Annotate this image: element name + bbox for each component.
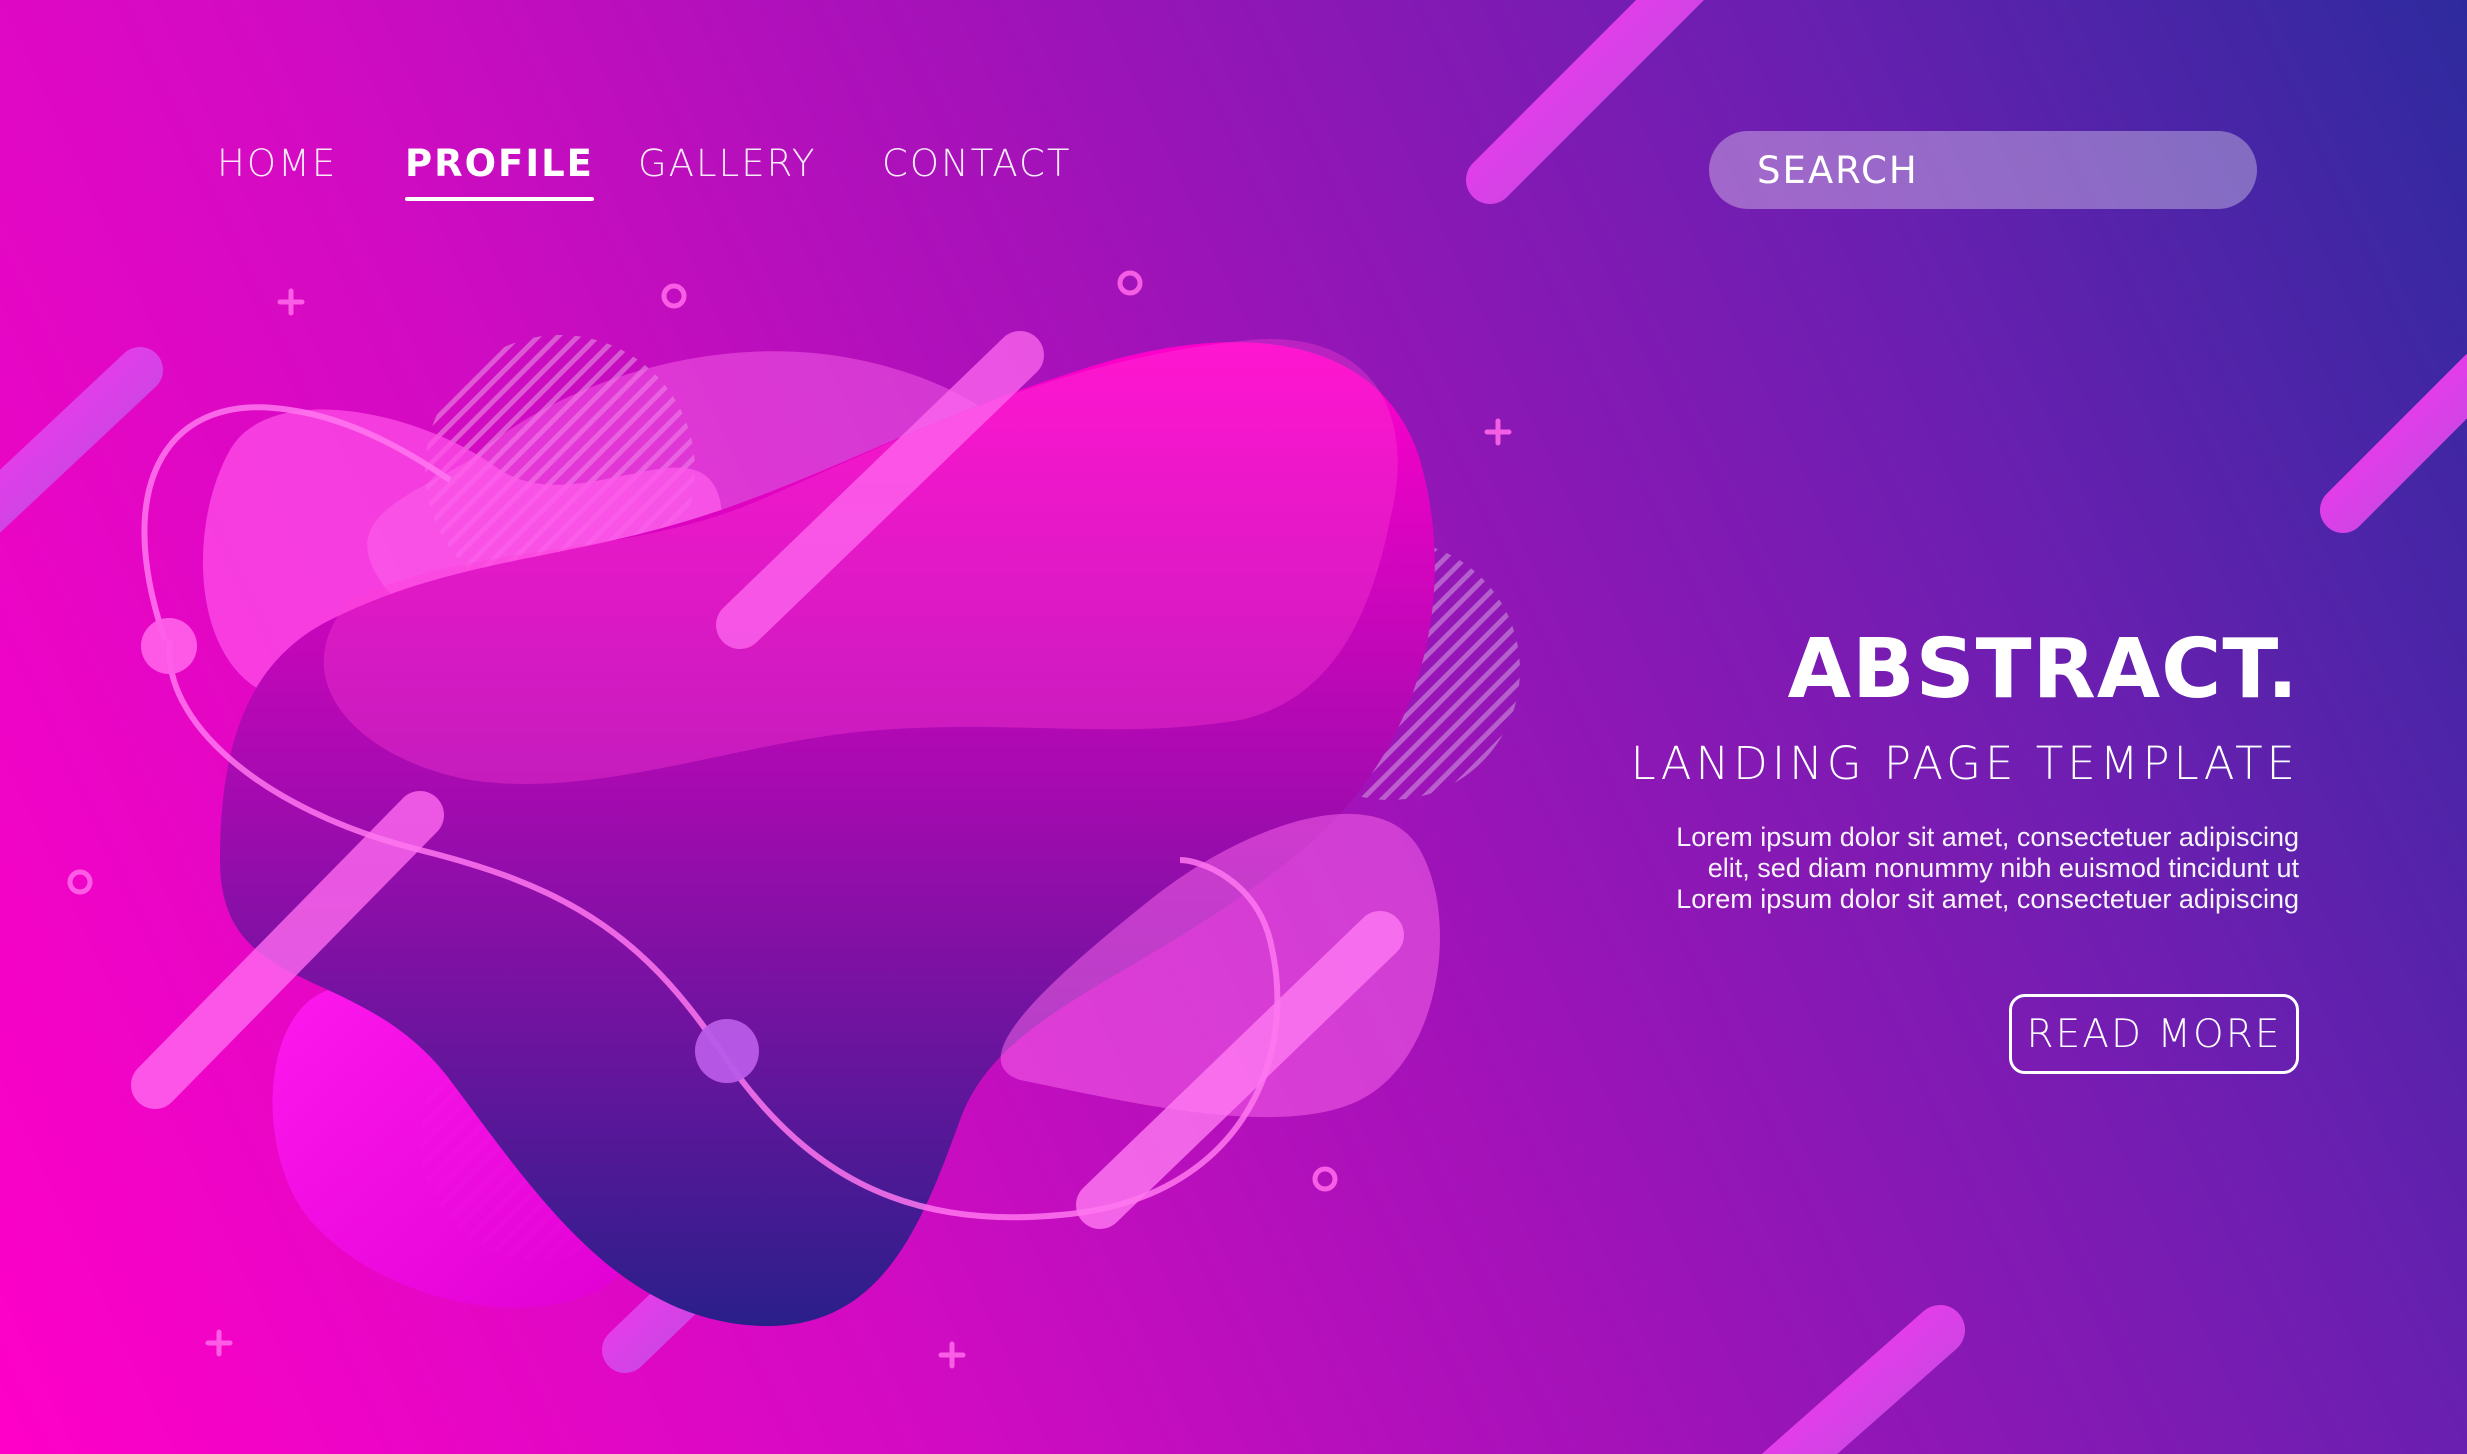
bar-bottom	[1761, 1305, 1965, 1454]
hero-subtitle: LANDING PAGE TEMPLATE	[1630, 737, 2299, 790]
hero-body-line: Lorem ipsum dolor sit amet, consectetuer…	[1676, 822, 2299, 852]
search-input[interactable]	[1757, 131, 2217, 209]
plus-1	[277, 288, 305, 316]
nav-item-profile[interactable]: PROFILE	[405, 142, 594, 201]
bar-top	[1466, 0, 1704, 204]
read-more-button[interactable]: READ MORE	[2009, 994, 2299, 1074]
plus-2	[1484, 418, 1512, 446]
plus-4	[938, 1341, 966, 1369]
hero-section: ABSTRACT. LANDING PAGE TEMPLATE Lorem ip…	[1479, 620, 2299, 915]
nav-item-profile-label: PROFILE	[405, 142, 594, 185]
ring-2	[1117, 270, 1143, 296]
nav-item-contact[interactable]: CONTACT	[882, 142, 1071, 185]
ring-1	[661, 283, 687, 309]
orbit-node-center	[695, 1019, 759, 1083]
ring-3	[67, 869, 93, 895]
hero-body-line: Lorem ipsum dolor sit amet, consectetuer…	[1676, 884, 2299, 914]
hero-body-line: elit, sed diam nonummy nibh euismod tinc…	[1707, 853, 2299, 883]
orbit-node-left	[141, 618, 197, 674]
nav-item-home[interactable]: HOME	[217, 142, 337, 185]
hero-body: Lorem ipsum dolor sit amet, consectetuer…	[1479, 822, 2299, 915]
hero-title: ABSTRACT.	[1787, 622, 2299, 717]
ring-4	[1312, 1166, 1338, 1192]
bar-left	[0, 347, 163, 533]
active-underline	[405, 197, 594, 201]
nav-item-gallery[interactable]: GALLERY	[638, 142, 817, 185]
search-bar[interactable]	[1709, 131, 2257, 209]
plus-3	[205, 1329, 233, 1357]
bar-right	[2320, 354, 2467, 533]
